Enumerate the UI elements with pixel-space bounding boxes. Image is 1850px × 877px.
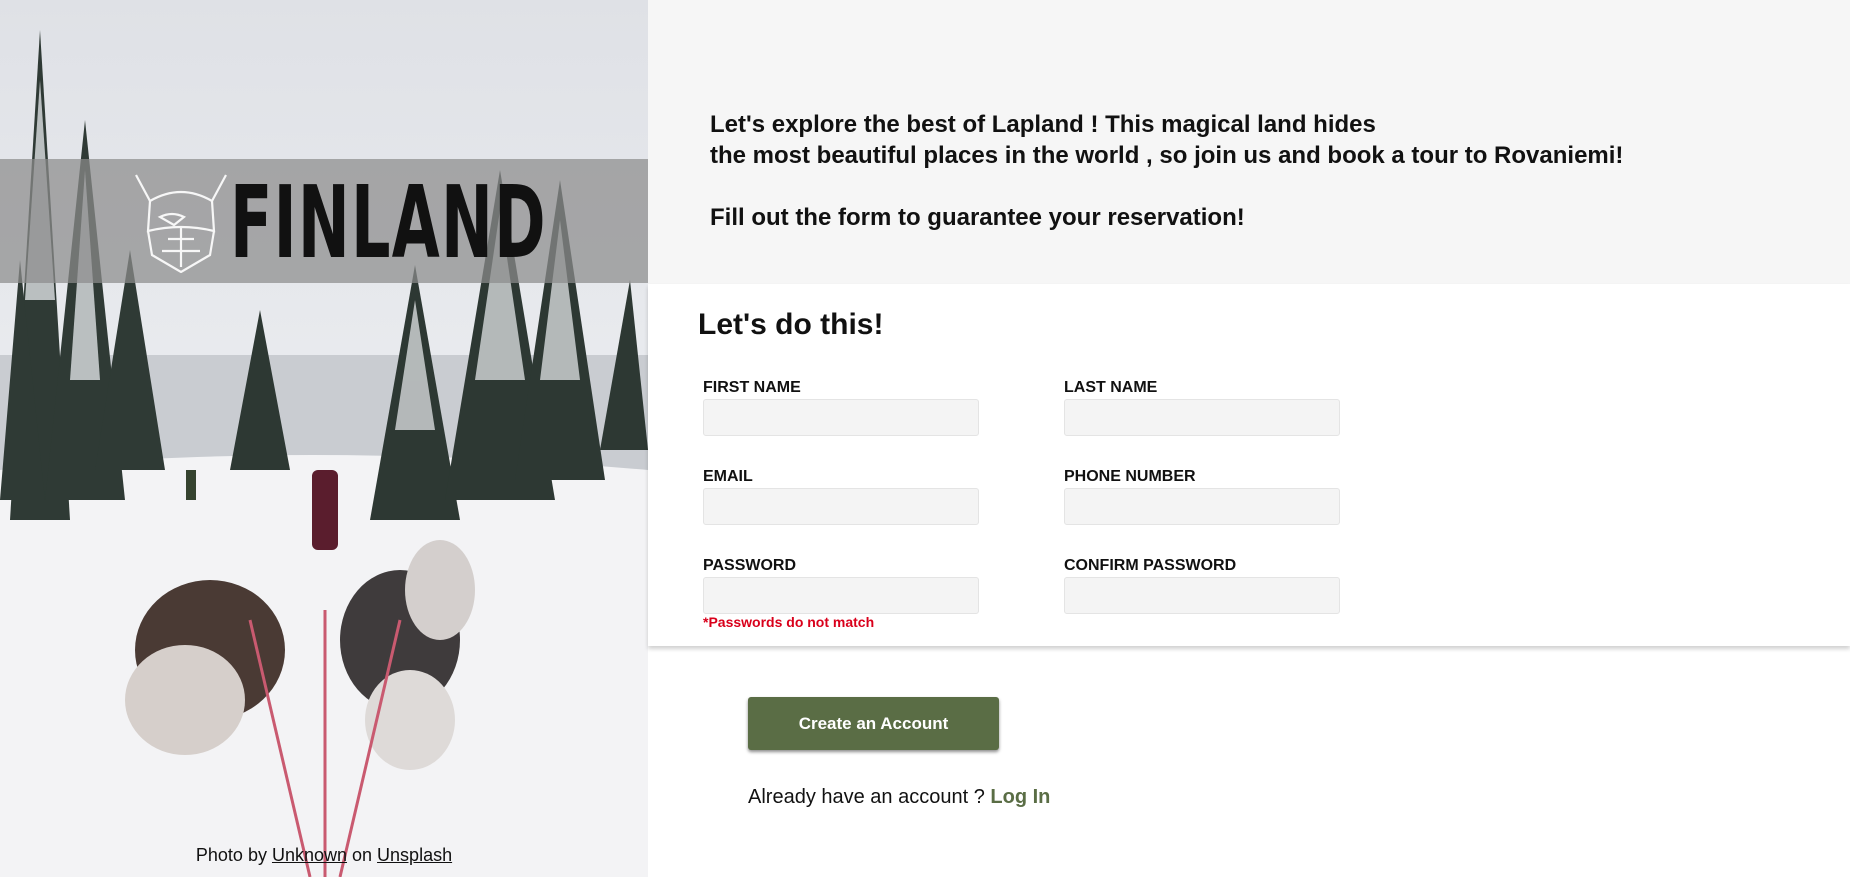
email-group: EMAIL	[703, 468, 979, 525]
password-input[interactable]	[703, 577, 979, 614]
create-account-button[interactable]: Create an Account	[748, 697, 999, 750]
first-name-label: FIRST NAME	[703, 379, 801, 396]
confirm-password-label: CONFIRM PASSWORD	[1064, 557, 1237, 574]
last-name-group: LAST NAME	[1064, 379, 1340, 436]
credit-prefix: Photo by	[195, 845, 272, 865]
first-name-input[interactable]	[703, 399, 979, 436]
signup-form: Let's do this! FIRST NAME LAST NAME EMAI…	[648, 284, 1850, 646]
confirm-password-group: CONFIRM PASSWORD	[1064, 557, 1340, 614]
hero-photo	[0, 30, 648, 877]
phone-label: PHONE NUMBER	[1064, 468, 1196, 485]
confirm-password-input[interactable]	[1064, 577, 1340, 614]
hero-panel: FINLAND Photo by Unknown on Unsplash	[0, 0, 648, 877]
login-prompt-text: Already have an account ?	[748, 786, 991, 808]
email-input[interactable]	[703, 488, 979, 525]
email-label: EMAIL	[703, 468, 753, 485]
credit-author-link[interactable]: Unknown	[272, 845, 347, 865]
logo-wordmark: FINLAND	[230, 164, 547, 281]
intro-line-1: Let's explore the best of Lapland ! This…	[710, 111, 1376, 138]
login-link[interactable]: Log In	[990, 786, 1050, 808]
last-name-label: LAST NAME	[1064, 379, 1158, 396]
password-label: PASSWORD	[703, 557, 797, 574]
credit-middle: on	[347, 845, 378, 865]
photo-credit: Photo by Unknown on Unsplash	[0, 845, 648, 866]
intro-section: Let's explore the best of Lapland ! This…	[648, 0, 1850, 284]
credit-site-link[interactable]: Unsplash	[377, 845, 452, 865]
logo-band: FINLAND	[0, 159, 648, 283]
password-mismatch-error: *Passwords do not match	[703, 614, 875, 630]
viking-helmet-icon	[135, 174, 227, 273]
intro-line-3: Fill out the form to guarantee your rese…	[710, 204, 1245, 231]
intro-line-2: the most beautiful places in the world ,…	[710, 142, 1624, 169]
phone-input[interactable]	[1064, 488, 1340, 525]
last-name-input[interactable]	[1064, 399, 1340, 436]
password-group: PASSWORD	[703, 557, 979, 614]
first-name-group: FIRST NAME	[703, 379, 979, 436]
login-prompt: Already have an account ? Log In	[748, 786, 1050, 809]
phone-group: PHONE NUMBER	[1064, 468, 1340, 525]
form-title: Let's do this!	[698, 308, 884, 341]
